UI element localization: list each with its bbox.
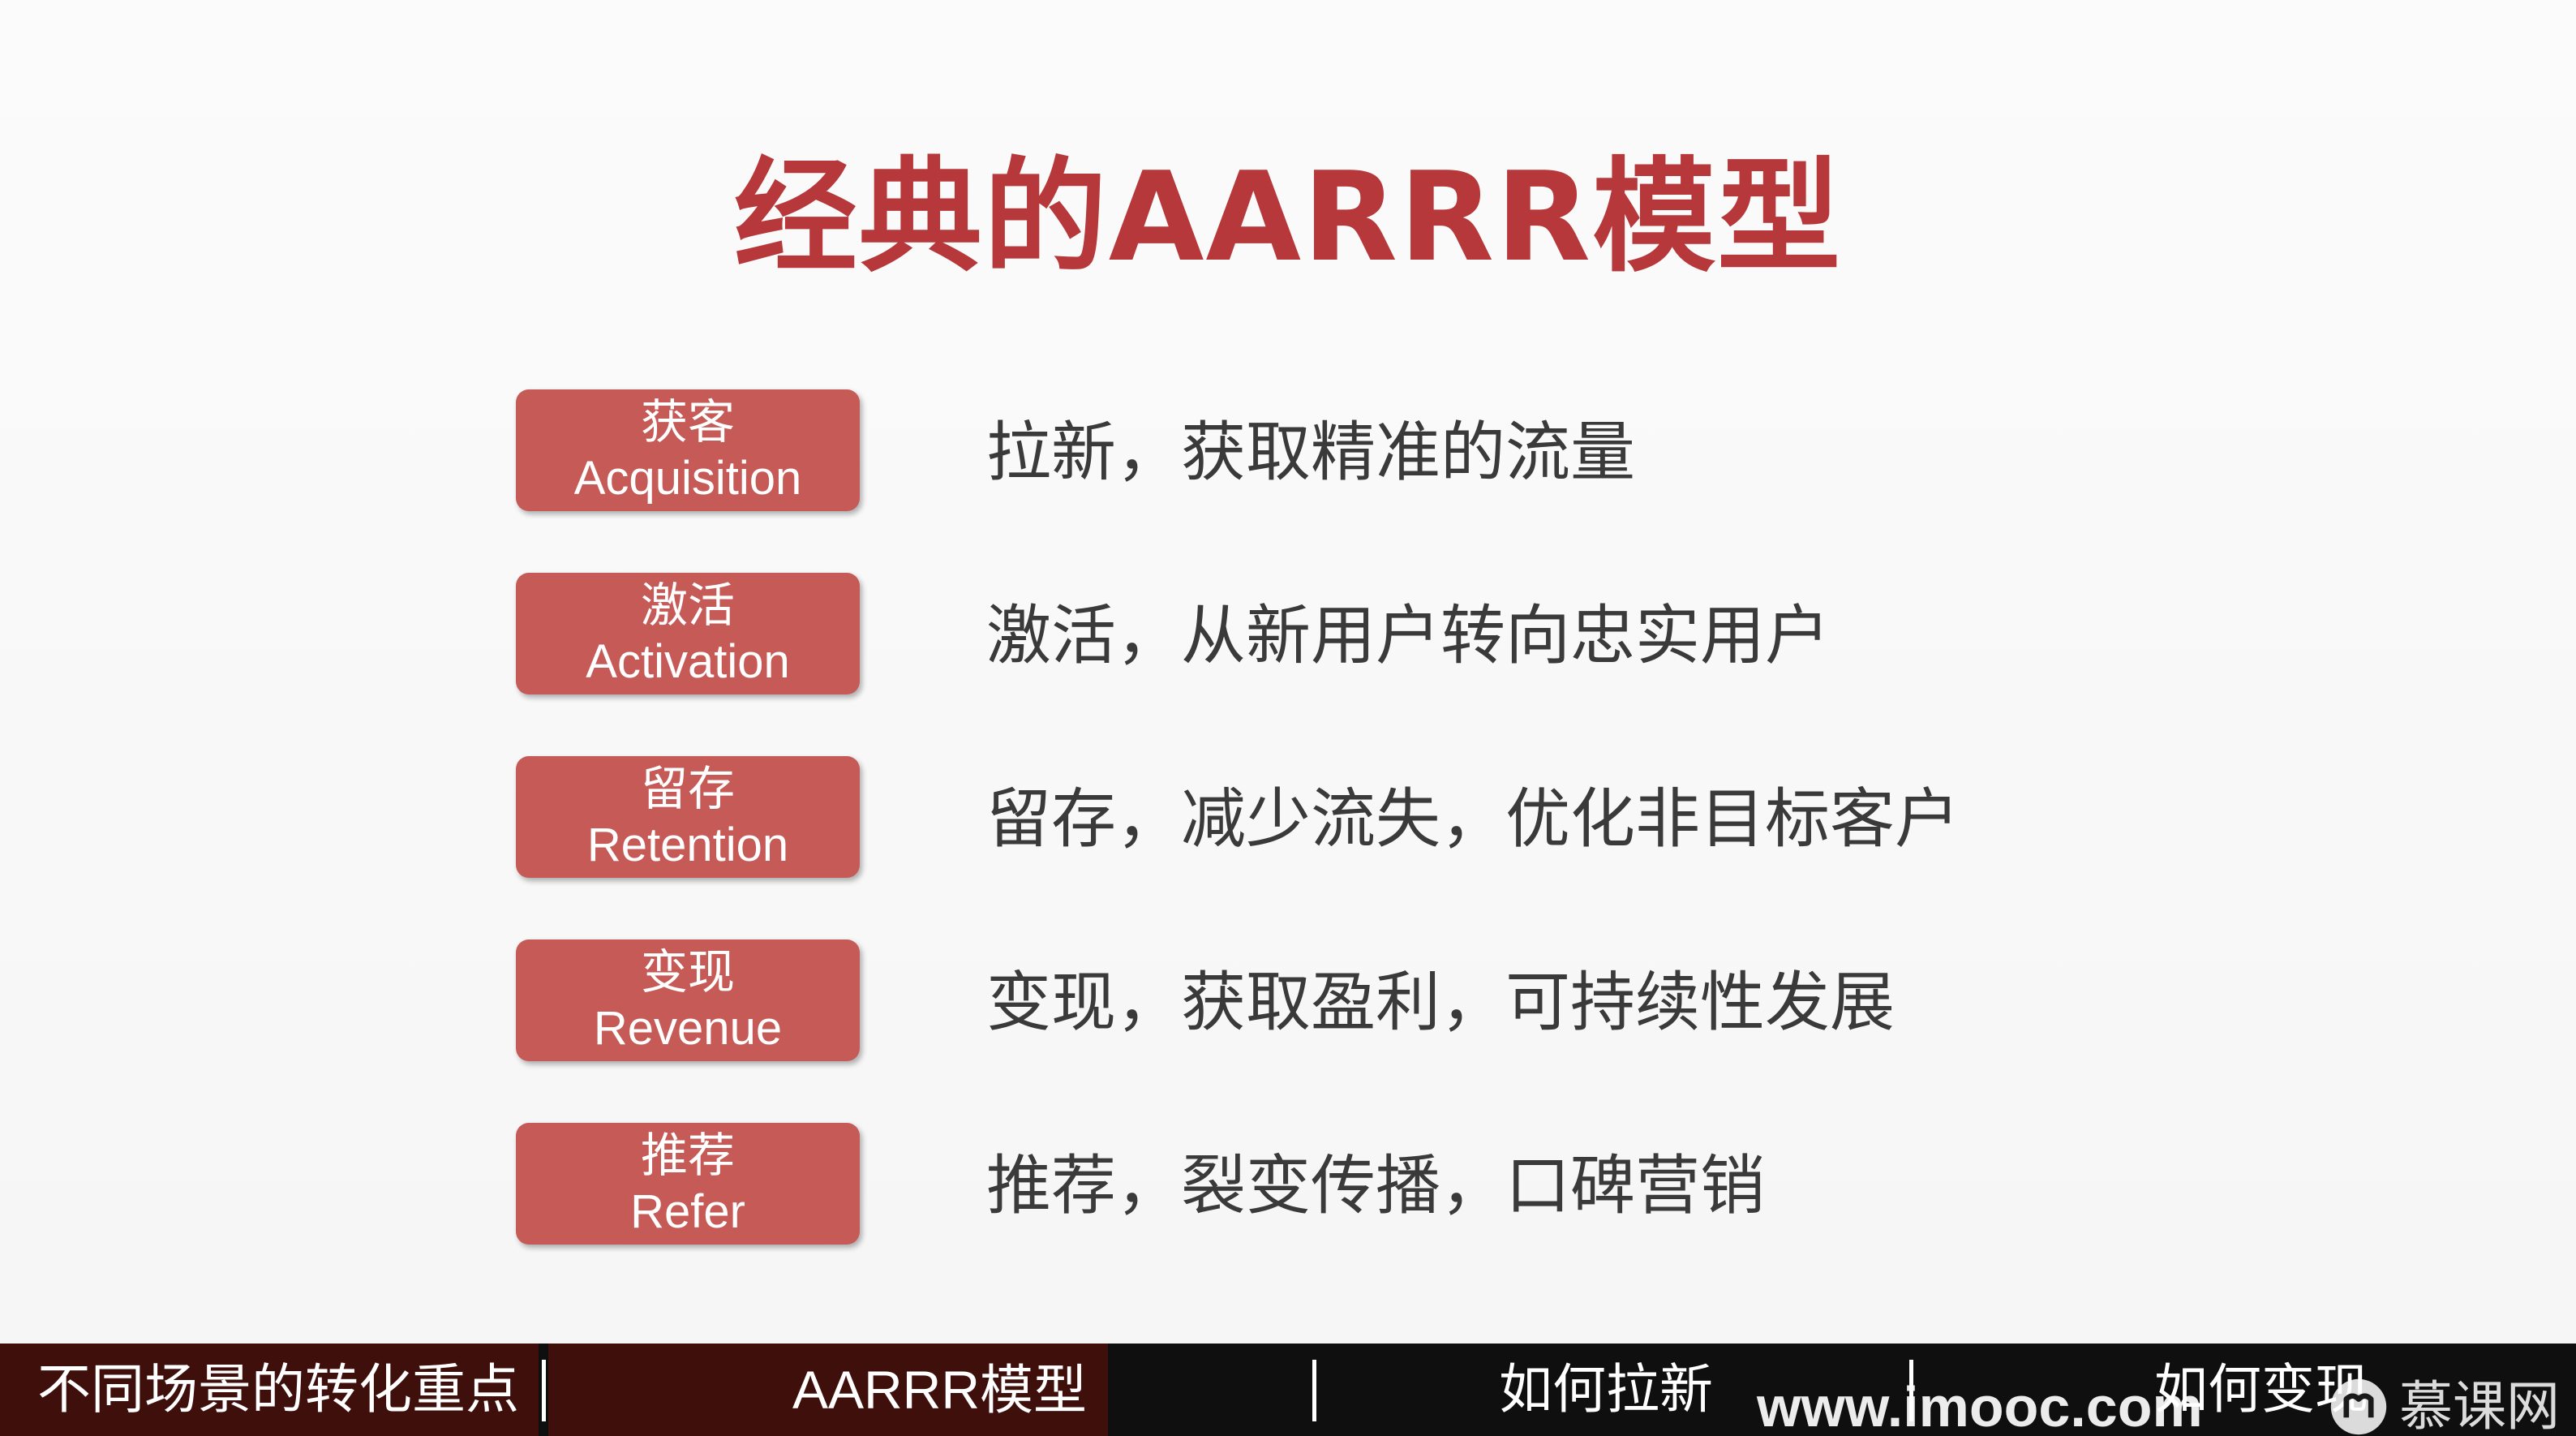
imooc-logo-icon (2330, 1378, 2387, 1435)
stage-row-activation: 激活 Activation 激活，从新用户转向忠实用户 (0, 573, 2576, 694)
stage-cn-label: 变现 (640, 944, 735, 1000)
chapter-divider (542, 1360, 546, 1421)
stage-cn-label: 获客 (640, 394, 735, 449)
stage-box: 激活 Activation (516, 573, 860, 694)
slide: 经典的AARRR模型 获客 Acquisition 拉新，获取精准的流量 激活 … (0, 0, 2576, 1344)
stage-en-label: Acquisition (573, 452, 802, 505)
stage-box: 获客 Acquisition (516, 389, 860, 511)
chapter-tab-current[interactable]: AARRR模型 (548, 1344, 1108, 1436)
stage-cn-label: 留存 (640, 761, 735, 816)
stage-description: 激活，从新用户转向忠实用户 (986, 598, 1830, 673)
stage-en-label: Activation (586, 635, 790, 688)
watermark-brand: 慕课网 (2399, 1375, 2560, 1436)
watermark-url: www.imooc.com (1757, 1375, 2203, 1436)
stage-box: 推荐 Refer (516, 1123, 860, 1245)
stage-row-revenue: 变现 Revenue 变现，获取盈利，可持续性发展 (0, 939, 2576, 1061)
stage-description: 变现，获取盈利，可持续性发展 (986, 965, 1895, 1040)
stage-cn-label: 推荐 (640, 1128, 735, 1183)
chapter-tab[interactable]: 不同场景的转化重点 (0, 1344, 539, 1436)
stage-en-label: Revenue (593, 1002, 783, 1055)
stage-row-acquisition: 获客 Acquisition 拉新，获取精准的流量 (0, 389, 2576, 511)
stage-row-refer: 推荐 Refer 推荐，裂变传播，口碑营销 (0, 1123, 2576, 1245)
stage-cn-label: 激活 (640, 578, 735, 633)
stage-description: 推荐，裂变传播，口碑营销 (986, 1148, 1765, 1223)
chapter-divider (1312, 1360, 1316, 1421)
stage-box: 变现 Revenue (516, 939, 860, 1061)
stage-description: 拉新，获取精准的流量 (986, 415, 1635, 490)
stage-en-label: Refer (630, 1185, 745, 1238)
stage-en-label: Retention (586, 819, 789, 871)
stage-row-retention: 留存 Retention 留存，减少流失，优化非目标客户 (0, 756, 2576, 878)
stage-box: 留存 Retention (516, 756, 860, 878)
video-frame: 经典的AARRR模型 获客 Acquisition 拉新，获取精准的流量 激活 … (0, 0, 2576, 1436)
watermark-logo: 慕课网 (2328, 1374, 2560, 1436)
stage-description: 留存，减少流失，优化非目标客户 (986, 781, 1960, 857)
slide-title: 经典的AARRR模型 (733, 145, 1843, 289)
